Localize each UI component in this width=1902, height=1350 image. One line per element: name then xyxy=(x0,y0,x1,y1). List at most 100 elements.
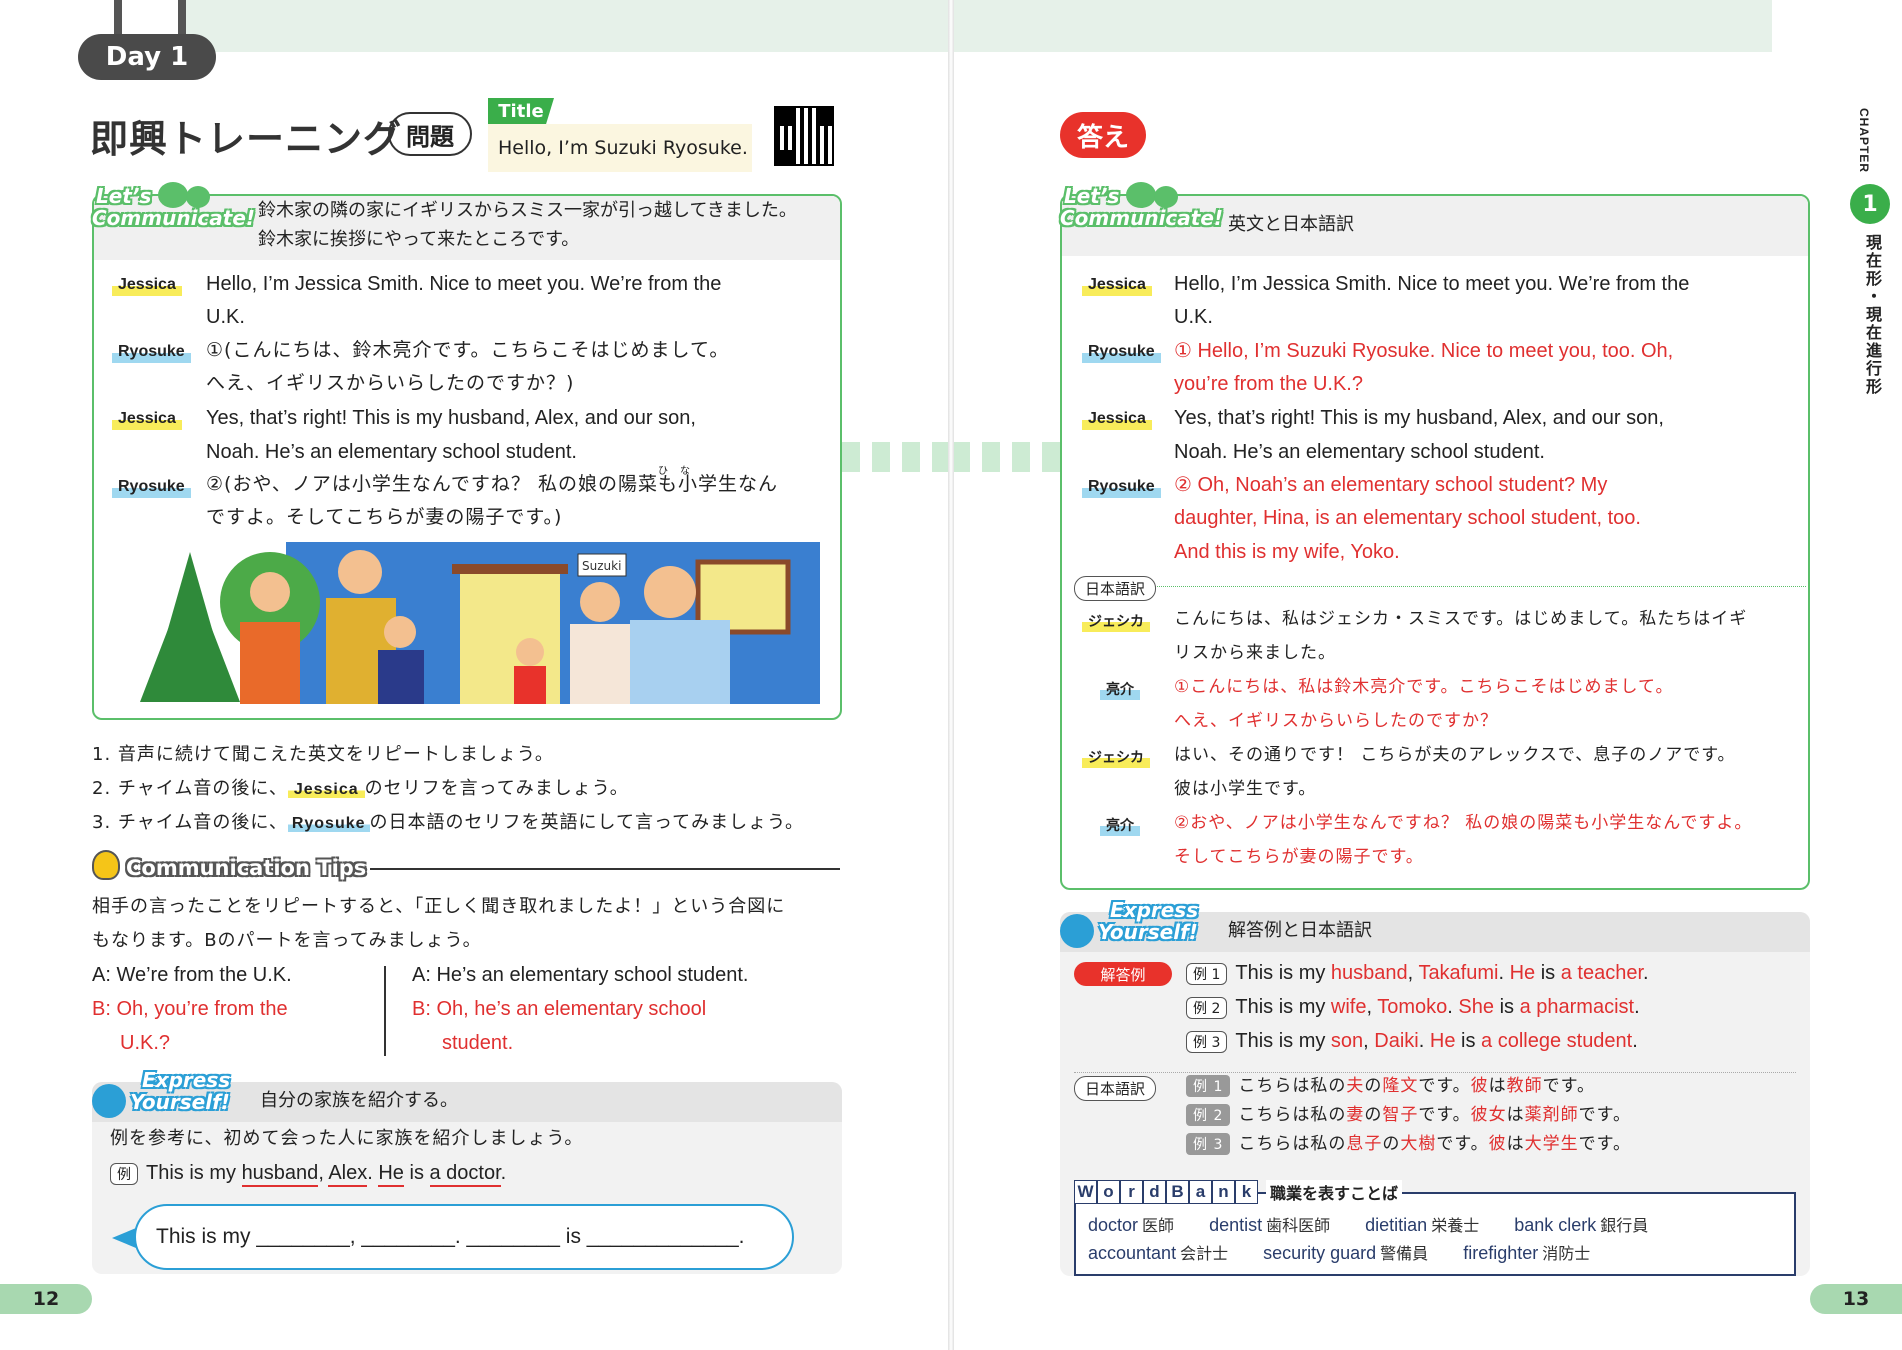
situation-line1: 鈴木家の隣の家にイギリスからスミス一家が引っ越してきました。 xyxy=(258,200,797,221)
translation-tag: 日本語訳 xyxy=(1074,576,1157,601)
translation-line: こんにちは、私はジェシカ・スミスです。はじめまして。私たちはイギ xyxy=(1174,609,1748,629)
tip-b2: B: Oh, he’s an elementary school xyxy=(412,998,707,1020)
tip-a1: A: We’re from the U.K. xyxy=(92,964,292,986)
connector-dash xyxy=(902,442,920,472)
tips-text-1: 相手の言ったことをリピートすると、「正しく聞き取れましたよ！」という合図に xyxy=(92,896,786,917)
dialogue-line: ですよ。そしてこちらが妻の陽子です。) xyxy=(206,506,563,528)
word-bank-title: W o r d B a n k 職業を表すことば xyxy=(1074,1180,1403,1204)
express-logo-line2: Yourself! xyxy=(130,1090,230,1114)
chapter-label: CHAPTER xyxy=(1857,108,1871,174)
translation-answer: へえ、イギリスからいらしたのですか？ xyxy=(1174,711,1498,731)
express-ring-icon xyxy=(1060,914,1094,948)
situation-line2: 鈴木家に挨拶にやって来たところです。 xyxy=(258,229,580,250)
example-tag: 例 1 xyxy=(1186,963,1228,985)
speaker-jessica: Jessica xyxy=(1082,408,1152,430)
dialogue-line: Yes, that’s right! This is my husband, A… xyxy=(206,407,696,429)
answer-example-badge: 解答例 xyxy=(1074,962,1172,986)
dialogue-line: ①(こんにちは、鈴木亮介です。こちらこそはじめまして。 xyxy=(206,339,730,361)
express-logo-line2: Yourself! xyxy=(1098,920,1198,944)
tips-divider xyxy=(370,868,840,870)
right-top-band xyxy=(952,0,1772,52)
dialogue-line: ②(おや、ノアは小学生なんですね？ 私の娘の陽菜も小学生なん xyxy=(206,473,778,495)
speech-bubble-icon xyxy=(158,182,188,208)
connector-dash xyxy=(1042,442,1060,472)
speaker-ryosuke-jp: 亮介 xyxy=(1100,678,1140,700)
answer-example-3: 例 3 This is my son, Daiki. He is a colleg… xyxy=(1186,1024,1638,1058)
instruction-2: 2. チャイム音の後に、 Jessica のセリフを言ってみましょう。 xyxy=(92,778,629,799)
express-example: 例 This is my husband, Alex. He is a docto… xyxy=(110,1156,506,1190)
express-task: 自分の家族を紹介する。 xyxy=(260,1090,458,1111)
translation-tag: 日本語訳 xyxy=(1074,1076,1157,1101)
answer-example-2: 例 2 This is my wife, Tomoko. She is a pha… xyxy=(1186,990,1640,1024)
example-tag: 例 1 xyxy=(1186,1075,1231,1097)
book-gutter xyxy=(948,0,954,1350)
page-number-left: 12 xyxy=(0,1284,92,1314)
speaker-ryosuke-jp: 亮介 xyxy=(1100,814,1140,836)
speech-bubble-icon xyxy=(1154,186,1178,208)
speaker-jessica: Jessica xyxy=(112,274,182,296)
speaker-ryosuke: Ryosuke xyxy=(1082,476,1161,498)
example-tag: 例 2 xyxy=(1186,1104,1231,1126)
translation-line: はい、その通りです！ こちらが夫のアレックスで、息子のノアです。 xyxy=(1174,745,1736,765)
chapter-title: 現在形・現在進行形 xyxy=(1863,234,1882,396)
tips-title: Communication Tips xyxy=(126,856,367,880)
answer-line: you’re from the U.K.? xyxy=(1174,373,1363,395)
dialogue-line: Hello, I’m Jessica Smith. Nice to meet y… xyxy=(206,273,722,295)
speaker-jessica-jp: ジェシカ xyxy=(1082,746,1150,768)
dialogue-line: Noah. He’s an elementary school student. xyxy=(206,441,577,463)
answer-express-head: 解答例と日本語訳 xyxy=(1228,920,1372,941)
page-number-right: 13 xyxy=(1810,1284,1902,1314)
lightbulb-icon xyxy=(92,850,120,880)
tip-b1: B: Oh, you’re from the xyxy=(92,998,288,1020)
word-bank-row-1: doctor 医師 dentist 歯科医師 dietitian 栄養士 bank c… xyxy=(1088,1215,1649,1235)
qr-code-icon[interactable] xyxy=(774,106,834,166)
connector-dash xyxy=(872,442,890,472)
answer-line: daughter, Hina, is an elementary school … xyxy=(1174,507,1641,529)
translation-answer: そしてこちらが妻の陽子です。 xyxy=(1174,847,1424,867)
translation-line: リスから来ました。 xyxy=(1174,643,1336,663)
example-tag: 例 3 xyxy=(1186,1031,1228,1053)
door-sign-text: Suzuki xyxy=(582,559,621,573)
lets-logo-line2: Communicate! xyxy=(92,206,256,230)
speaker-ryosuke: Ryosuke xyxy=(112,476,191,498)
connector-dash xyxy=(842,442,860,472)
express-ring-icon xyxy=(92,1084,126,1118)
answer-line: ② Oh, Noah’s an elementary school studen… xyxy=(1174,474,1608,496)
lets-logo-line1: Let’s xyxy=(96,184,152,208)
speech-bubble-icon xyxy=(186,186,210,208)
lets-logo-line1: Let’s xyxy=(1064,184,1120,208)
dialogue-line: Yes, that’s right! This is my husband, A… xyxy=(1174,407,1664,429)
word-bank-subtitle: 職業を表すことば xyxy=(1266,1180,1403,1204)
speaker-jessica: Jessica xyxy=(287,781,365,798)
tips-vertical-divider xyxy=(384,966,386,1056)
connector-dash xyxy=(982,442,1000,472)
speaker-ryosuke: Ryosuke xyxy=(287,815,370,832)
instruction-1: 1. 音声に続けて聞こえた英文をリピートしましょう。 xyxy=(92,744,554,765)
speaker-jessica: Jessica xyxy=(1082,274,1152,296)
answer-line: And this is my wife, Yoko. xyxy=(1174,541,1400,563)
connector-dash xyxy=(954,442,970,472)
connector-dash xyxy=(932,442,948,472)
answer-head: 英文と日本語訳 xyxy=(1228,214,1354,235)
mondai-badge: 問題 xyxy=(388,112,472,156)
speech-bubble-tail xyxy=(112,1228,136,1248)
speaker-jessica-jp: ジェシカ xyxy=(1082,610,1150,632)
express-instruction: 例を参考に、初めて会った人に家族を紹介しましょう。 xyxy=(110,1128,584,1149)
title-badge: Title xyxy=(488,98,554,124)
chapter-number: 1 xyxy=(1850,184,1890,224)
answer-example-1: 例 1 This is my husband, Takafumi. He is a… xyxy=(1186,956,1649,990)
title-text: Hello, I’m Suzuki Ryosuke. xyxy=(488,124,752,172)
answer-speech-bubble[interactable]: This is my ________, ________. ________ … xyxy=(134,1204,794,1270)
express-logo-line1: Express xyxy=(1110,898,1199,922)
tip-b2-cont: student. xyxy=(442,1032,514,1054)
example-tag: 例 2 xyxy=(1186,997,1228,1019)
page-title: 即興トレーニング xyxy=(90,117,403,161)
tip-b1-cont: U.K.? xyxy=(120,1032,171,1054)
left-top-band xyxy=(180,0,950,52)
express-logo-line1: Express xyxy=(142,1068,231,1092)
speaker-ryosuke: Ryosuke xyxy=(112,341,191,363)
translation-divider xyxy=(1076,586,1806,587)
family-illustration: Suzuki xyxy=(130,542,820,704)
day-tab: Day 1 xyxy=(78,34,216,80)
dialogue-line: U.K. xyxy=(1174,306,1213,328)
